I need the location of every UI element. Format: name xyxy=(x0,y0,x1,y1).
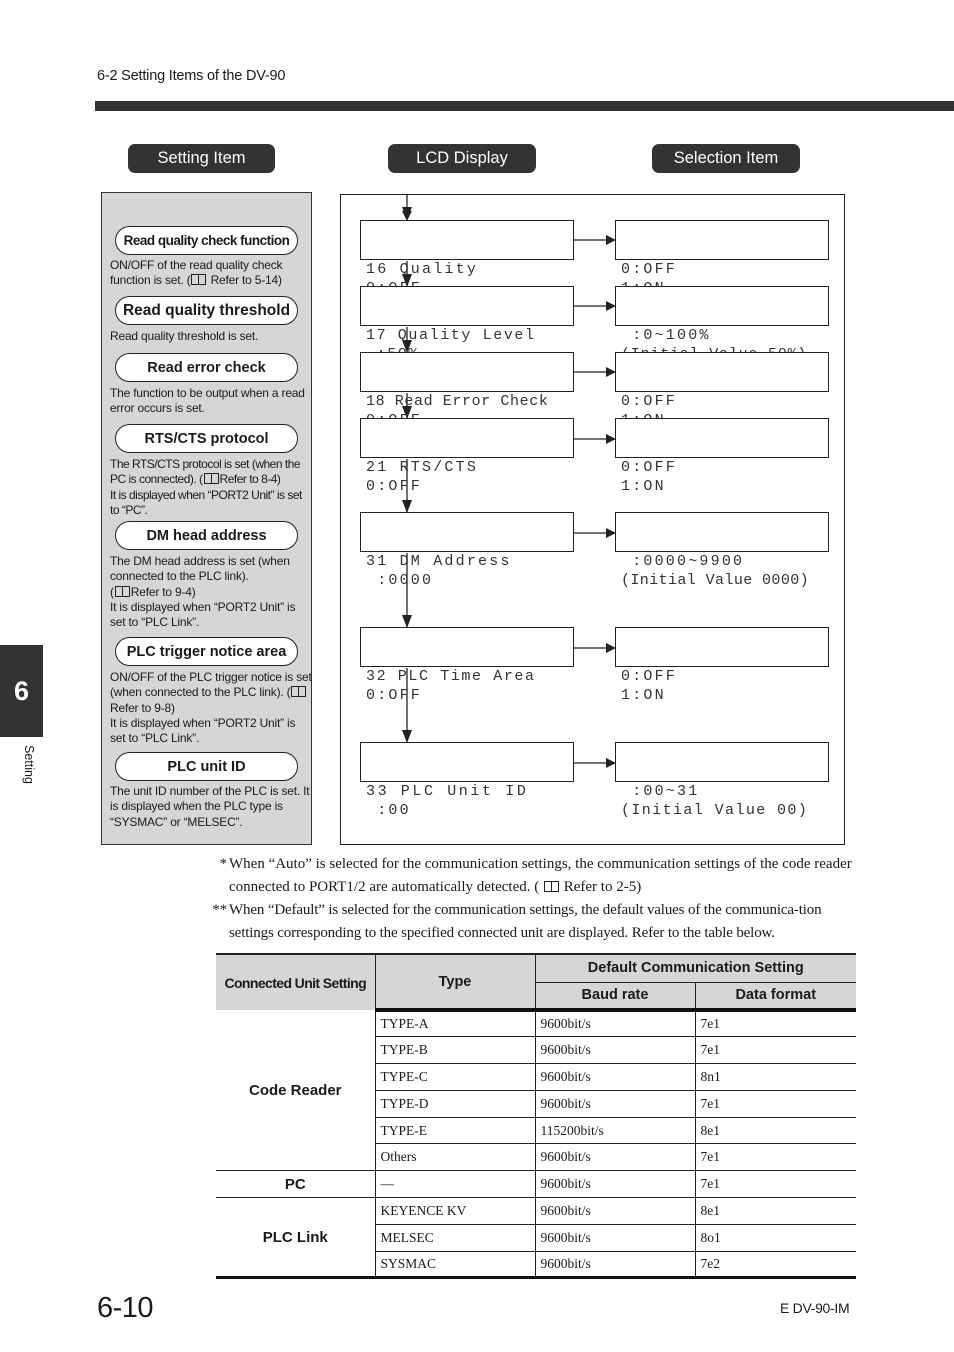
cell-format: 7e1 xyxy=(694,1170,856,1199)
cell-baud: 9600bit/s xyxy=(534,1170,696,1199)
table-row: PC — 9600bit/s 7e1 xyxy=(216,1170,856,1199)
cell-type: TYPE-B xyxy=(375,1036,536,1065)
lcd-display-17: 17 Quality Level :50% xyxy=(360,286,574,363)
setting-desc-dm-head-address: The DM head address is set (when connect… xyxy=(110,554,296,630)
lcd-display-21: 21 RTS/CTS 0:OFF xyxy=(360,418,574,495)
lcd-selection-17: :0~100%(Initial Value 50%) xyxy=(615,286,829,363)
setting-pill-plc-trigger-notice: PLC trigger notice area xyxy=(115,637,298,666)
th-data-format: Data format xyxy=(694,981,856,1012)
cell-baud: 9600bit/s xyxy=(534,1251,696,1280)
setting-desc-read-quality-threshold: Read quality threshold is set. xyxy=(110,329,259,343)
column-header-lcd-display: LCD Display xyxy=(388,144,536,173)
setting-pill-read-error-check: Read error check xyxy=(115,353,298,382)
cell-format: 7e1 xyxy=(694,1036,856,1065)
lcd-display-16: 16 Quality0:OFF xyxy=(360,220,574,297)
group-code-reader: Code Reader xyxy=(216,1010,376,1172)
setting-items-panel: Read quality check function ON/OFF of th… xyxy=(101,192,312,845)
section-header: 6-2 Setting Items of the DV-90 xyxy=(97,68,286,84)
cell-type: SYSMAC xyxy=(375,1251,536,1280)
lcd-display-18: 18 Read Error Check0:OFF xyxy=(360,352,574,429)
cell-baud: 9600bit/s xyxy=(534,1197,696,1225)
book-icon xyxy=(114,585,130,597)
cell-baud: 9600bit/s xyxy=(534,1036,696,1065)
page-number: 6-10 xyxy=(97,1292,154,1324)
cell-type: TYPE-A xyxy=(374,1010,536,1038)
cell-type: MELSEC xyxy=(375,1224,536,1252)
setting-pill-rts-cts: RTS/CTS protocol xyxy=(115,424,298,453)
setting-pill-dm-head-address: DM head address xyxy=(115,521,298,550)
th-default-comm: Default Communication Setting xyxy=(534,953,856,982)
book-icon xyxy=(203,473,219,485)
lcd-flow-panel: 16 Quality0:OFF 0:OFF1:ON 17 Quality Lev… xyxy=(340,194,845,845)
lcd-selection-21: 0:OFF 1:ON xyxy=(615,418,829,495)
footnote-default: ** When “Default” is selected for the co… xyxy=(212,902,822,941)
lcd-display-33: 33 PLC Unit ID :00 xyxy=(360,742,574,819)
chapter-label: Setting xyxy=(22,745,36,784)
setting-desc-rts-cts: The RTS/CTS protocol is set (when the PC… xyxy=(110,457,302,517)
cell-format: 7e1 xyxy=(694,1143,856,1172)
lcd-display-32: 32 PLC Time Area 0:OFF xyxy=(360,627,574,704)
header-rule xyxy=(95,101,954,111)
lcd-selection-18: 0:OFF1:ON xyxy=(615,352,829,429)
cell-baud: 9600bit/s xyxy=(534,1224,696,1252)
setting-pill-plc-unit-id: PLC unit ID xyxy=(115,752,298,781)
lcd-selection-16: 0:OFF1:ON xyxy=(615,220,829,297)
cell-format: 8o1 xyxy=(694,1224,856,1252)
arrowhead-16 xyxy=(402,207,412,220)
footnotes: * When “Auto” is selected for the commun… xyxy=(200,853,860,945)
cell-baud: 115200bit/s xyxy=(534,1117,696,1145)
cell-type: Others xyxy=(375,1143,536,1172)
cell-type: TYPE-D xyxy=(375,1090,536,1118)
footnote-auto: * When “Auto” is selected for the commun… xyxy=(219,856,852,895)
cell-type: TYPE-E xyxy=(375,1117,536,1145)
cell-type: — xyxy=(374,1170,536,1199)
setting-desc-read-quality-check: ON/OFF of the read quality check functio… xyxy=(110,258,283,288)
book-icon xyxy=(543,881,559,892)
table-row: Code Reader TYPE-A 9600bit/s 7e1 xyxy=(216,1010,856,1172)
horizontal-flow-arrows xyxy=(574,235,616,768)
default-communication-table: Connected Unit Setting Type Default Comm… xyxy=(216,953,856,1280)
document-id: E DV-90-IM xyxy=(780,1300,850,1316)
setting-pill-read-quality-check: Read quality check function xyxy=(115,226,298,255)
cell-format: 7e2 xyxy=(694,1251,856,1280)
cell-type: KEYENCE KV xyxy=(374,1197,536,1225)
column-header-setting-item: Setting Item xyxy=(128,144,275,173)
book-icon xyxy=(291,686,307,698)
book-icon xyxy=(191,274,207,286)
setting-desc-plc-trigger-notice: ON/OFF of the PLC trigger notice is set … xyxy=(110,670,312,746)
th-type: Type xyxy=(374,953,536,1012)
cell-format: 8e1 xyxy=(694,1117,856,1145)
setting-desc-plc-unit-id: The unit ID number of the PLC is set. It… xyxy=(110,784,310,829)
group-plc-link: PLC Link xyxy=(216,1197,376,1280)
setting-desc-read-error-check: The function to be output when a read er… xyxy=(110,386,305,416)
lcd-selection-33: :00~31 (Initial Value 00) xyxy=(615,742,829,819)
cell-type: TYPE-C xyxy=(375,1063,536,1091)
cell-baud: 9600bit/s xyxy=(534,1063,696,1091)
cell-format: 7e1 xyxy=(694,1010,856,1038)
th-connected-unit: Connected Unit Setting xyxy=(216,953,376,1010)
cell-format: 8n1 xyxy=(694,1063,856,1091)
group-pc: PC xyxy=(216,1170,376,1199)
lcd-display-31: 31 DM Address :0000 xyxy=(360,512,574,589)
cell-baud: 9600bit/s xyxy=(534,1090,696,1118)
cell-format: 8e1 xyxy=(694,1197,856,1225)
setting-pill-read-quality-threshold: Read quality threshold xyxy=(115,296,298,325)
cell-baud: 9600bit/s xyxy=(534,1010,696,1038)
cell-format: 7e1 xyxy=(694,1090,856,1118)
th-baud-rate: Baud rate xyxy=(535,981,696,1012)
lcd-selection-32: 0:OFF 1:ON xyxy=(615,627,829,704)
table-row: PLC Link KEYENCE KV 9600bit/s 8e1 xyxy=(216,1197,856,1280)
chapter-tab: 6 xyxy=(0,645,43,737)
lcd-selection-31: :0000~9900 (Initial Value 0000) xyxy=(615,512,829,589)
column-header-selection-item: Selection Item xyxy=(652,144,800,173)
cell-baud: 9600bit/s xyxy=(534,1143,696,1172)
